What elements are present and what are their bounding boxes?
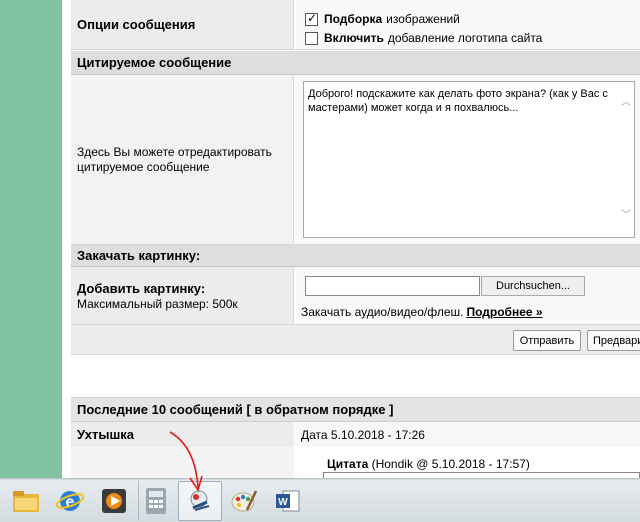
quote-word: Цитата bbox=[327, 457, 369, 471]
post-row: Ухтышка Дата 5.10.2018 - 17:26 Цитата (H… bbox=[71, 422, 640, 480]
options-row: Опции сообщения Подборка изображений Вкл… bbox=[71, 0, 640, 50]
upload-label-cell: Добавить картинку: Максимальный размер: … bbox=[71, 267, 294, 325]
option-gallery-text: изображений bbox=[386, 12, 460, 26]
snipping-tool-icon[interactable] bbox=[178, 481, 222, 521]
spacer bbox=[71, 356, 640, 396]
svg-text:W: W bbox=[278, 497, 288, 508]
submit-row: Отправить Предвари bbox=[71, 325, 640, 355]
upload-section-header: Закачать картинку: bbox=[71, 245, 640, 267]
left-green-strip bbox=[0, 0, 62, 478]
calculator-icon[interactable] bbox=[134, 481, 178, 521]
logo-checkbox[interactable] bbox=[305, 31, 318, 45]
quote-textarea[interactable]: Доброго! подскажите как делать фото экра… bbox=[303, 81, 635, 238]
post-author-cell bbox=[71, 447, 294, 478]
upload-row: Добавить картинку: Максимальный размер: … bbox=[71, 267, 640, 325]
quote-row: Здесь Вы можете отредактировать цитируем… bbox=[71, 75, 640, 245]
word-icon[interactable]: W bbox=[266, 481, 310, 521]
left-gap bbox=[62, 0, 71, 478]
options-label-cell: Опции сообщения bbox=[71, 0, 294, 50]
option-logo-bold: Включить bbox=[324, 31, 384, 45]
options-field-cell: Подборка изображений Включить добавление… bbox=[295, 0, 640, 50]
quote-meta: (Hondik @ 5.10.2018 - 17:57) bbox=[371, 457, 530, 471]
post-date: Дата 5.10.2018 - 17:26 bbox=[295, 422, 640, 447]
reply-form: Опции сообщения Подборка изображений Вкл… bbox=[71, 0, 640, 480]
preview-button[interactable]: Предвари bbox=[587, 330, 640, 351]
option-logo-text: добавление логотипа сайта bbox=[387, 31, 543, 45]
file-path-input[interactable] bbox=[305, 276, 480, 296]
paint-icon[interactable] bbox=[222, 481, 266, 521]
gallery-checkbox[interactable] bbox=[305, 11, 318, 26]
taskbar: e W bbox=[0, 478, 640, 522]
post-quote-title: Цитата (Hondik @ 5.10.2018 - 17:57) bbox=[327, 457, 530, 471]
more-link[interactable]: Подробнее » bbox=[466, 305, 542, 319]
send-button[interactable]: Отправить bbox=[513, 330, 581, 351]
browse-button[interactable]: Durchsuchen... bbox=[481, 276, 585, 296]
post-body: Цитата (Hondik @ 5.10.2018 - 17:57) bbox=[295, 447, 640, 480]
option-logo[interactable]: Включить добавление логотипа сайта bbox=[305, 31, 542, 45]
media-player-icon[interactable] bbox=[92, 481, 136, 521]
last-posts-header: Последние 10 сообщений [ в обратном поря… bbox=[71, 397, 640, 422]
max-size-label: Максимальный размер: 500к bbox=[77, 296, 238, 311]
quote-field-cell: Доброго! подскажите как делать фото экра… bbox=[295, 75, 640, 245]
quote-textarea-text: Доброго! подскажите как делать фото экра… bbox=[308, 88, 608, 114]
internet-explorer-icon[interactable]: e bbox=[48, 481, 92, 521]
scroll-up-icon[interactable]: ︿ bbox=[621, 96, 631, 110]
quote-label: Здесь Вы можете отредактировать цитируем… bbox=[77, 144, 272, 174]
add-image-label: Добавить картинку: bbox=[77, 280, 206, 296]
post-author: Ухтышка bbox=[71, 422, 294, 447]
media-upload-line: Закачать аудио/видео/флеш. Подробнее » bbox=[301, 305, 543, 319]
upload-field-cell: Durchsuchen... Закачать аудио/видео/флеш… bbox=[295, 267, 640, 325]
media-upload-text: Закачать аудио/видео/флеш. bbox=[301, 305, 464, 319]
file-explorer-icon[interactable] bbox=[4, 481, 48, 521]
option-gallery-bold: Подборка bbox=[324, 12, 383, 26]
scroll-down-icon[interactable]: ﹀ bbox=[621, 209, 631, 223]
option-gallery[interactable]: Подборка изображений bbox=[305, 11, 460, 26]
options-label: Опции сообщения bbox=[77, 17, 196, 32]
quote-section-header: Цитируемое сообщение bbox=[71, 51, 640, 75]
quote-label-cell: Здесь Вы можете отредактировать цитируем… bbox=[71, 75, 294, 245]
